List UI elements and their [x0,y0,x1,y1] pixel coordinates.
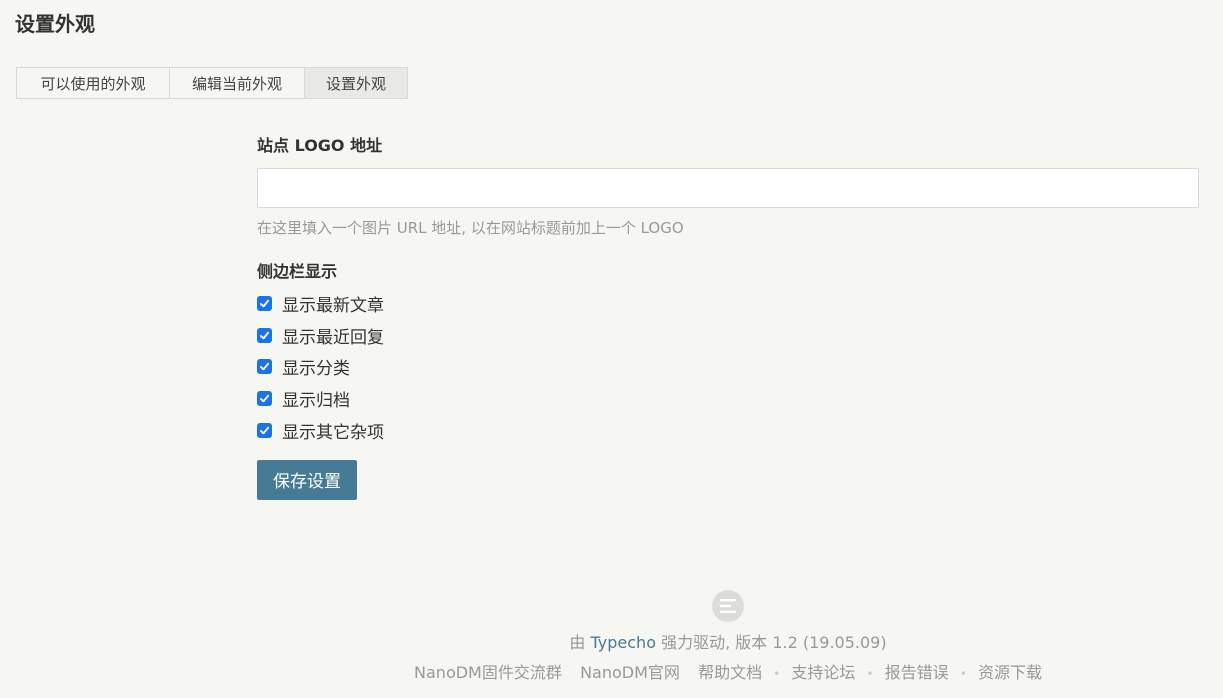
checkbox-archives[interactable] [257,391,272,407]
logo-url-input[interactable] [257,168,1199,208]
option-label: 显示其它杂项 [282,422,384,443]
option-recent-comments[interactable]: 显示最近回复 [257,320,1199,352]
typecho-logo-lines [720,599,736,613]
checkmark-icon [259,394,270,403]
typecho-link[interactable]: Typecho [591,633,656,652]
option-label: 显示分类 [282,359,350,380]
checkmark-icon [259,331,270,340]
powered-suffix: 强力驱动, 版本 1.2 (19.05.09) [661,633,887,652]
powered-by: 由 Typecho 强力驱动, 版本 1.2 (19.05.09) [257,632,1199,654]
footer-link-help-docs[interactable]: 帮助文档 [698,663,762,682]
logo-field-label: 站点 LOGO 地址 [257,136,383,155]
checkbox-recent-posts[interactable] [257,296,272,312]
powered-prefix: 由 [569,633,586,652]
footer-link-support-forum[interactable]: 支持论坛 [791,663,855,682]
checkbox-other[interactable] [257,422,272,438]
checkbox-categories[interactable] [257,359,272,375]
page-title: 设置外观 [15,12,95,36]
option-label: 显示最新文章 [282,296,384,317]
tab-edit-current-theme[interactable]: 编辑当前外观 [169,68,304,98]
footer-link-report-bug[interactable]: 报告错误 [885,663,949,682]
option-other[interactable]: 显示其它杂项 [257,414,1199,446]
tab-available-themes[interactable]: 可以使用的外观 [17,68,169,98]
option-label: 显示归档 [282,391,350,412]
option-label: 显示最近回复 [282,327,384,348]
checkbox-recent-comments[interactable] [257,327,272,343]
checkmark-icon [259,363,270,371]
typecho-logo-icon[interactable] [712,590,744,622]
separator-dot: • [773,667,781,681]
logo-field-hint: 在这里填入一个图片 URL 地址, 以在网站标题前加上一个 LOGO [257,219,684,237]
sidebar-options: 显示最新文章 显示最近回复 显示分类 显示归档 显示其它杂项 [257,288,1199,446]
tab-theme-settings[interactable]: 设置外观 [304,68,407,98]
option-recent-posts[interactable]: 显示最新文章 [257,288,1199,320]
save-settings-button[interactable]: 保存设置 [257,459,357,500]
footer-link-nanodm-group[interactable]: NanoDM固件交流群 [414,663,562,682]
separator-dot: • [866,667,874,681]
sidebar-section-label: 侧边栏显示 [257,262,338,281]
footer: 由 Typecho 强力驱动, 版本 1.2 (19.05.09) NanoDM… [257,590,1199,685]
footer-link-downloads[interactable]: 资源下载 [978,663,1042,682]
checkmark-icon [259,300,270,308]
tab-bar: 可以使用的外观 编辑当前外观 设置外观 [16,67,408,99]
checkmark-icon [259,426,270,434]
option-categories[interactable]: 显示分类 [257,351,1199,383]
settings-form: 站点 LOGO 地址 在这里填入一个图片 URL 地址, 以在网站标题前加上一个… [257,135,1199,500]
footer-link-nanodm-site[interactable]: NanoDM官网 [580,663,680,682]
option-archives[interactable]: 显示归档 [257,383,1199,415]
separator-dot: • [959,667,967,681]
footer-links: NanoDM固件交流群 NanoDM官网 帮助文档 • 支持论坛 • 报告错误 … [257,662,1199,685]
